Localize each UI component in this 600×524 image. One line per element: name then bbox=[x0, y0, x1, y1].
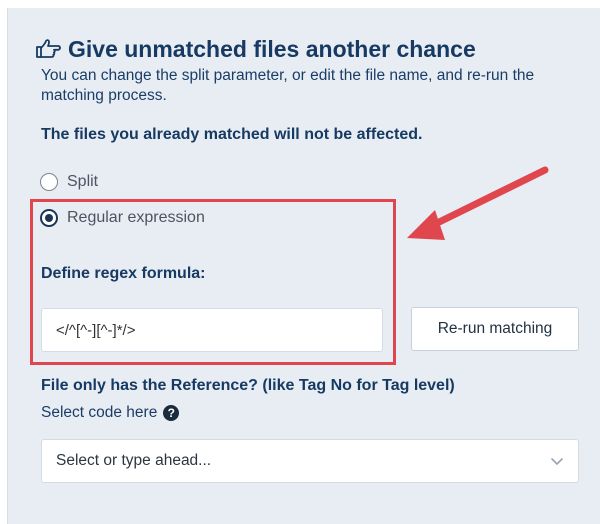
rerun-matching-button[interactable]: Re-run matching bbox=[411, 307, 579, 351]
question-circle-icon[interactable]: ? bbox=[163, 405, 180, 421]
panel-subtitle: You can change the split parameter, or e… bbox=[41, 67, 535, 104]
regex-radio[interactable] bbox=[40, 209, 58, 227]
hand-pointing-right-icon bbox=[36, 39, 61, 58]
split-radio[interactable] bbox=[40, 173, 58, 191]
select-code-row: Select code here ? bbox=[41, 404, 180, 422]
code-select-placeholder: Select or type ahead... bbox=[56, 452, 212, 469]
select-code-label: Select code here bbox=[41, 404, 158, 421]
regex-option-label: Regular expression bbox=[67, 209, 205, 226]
panel-title-row: Give unmatched files another chance bbox=[34, 36, 476, 62]
split-option[interactable]: Split bbox=[40, 173, 98, 191]
chevron-down-icon[interactable] bbox=[550, 456, 564, 466]
regex-formula-label: Define regex formula: bbox=[41, 265, 206, 282]
regex-option[interactable]: Regular expression bbox=[40, 209, 205, 227]
split-option-label: Split bbox=[67, 173, 99, 190]
reference-question: File only has the Reference? (like Tag N… bbox=[41, 377, 455, 394]
code-select-dropdown[interactable]: Select or type ahead... bbox=[41, 439, 579, 483]
matched-files-note: The files you already matched will not b… bbox=[41, 126, 423, 143]
page: Give unmatched files another chance You … bbox=[0, 0, 600, 524]
panel-title: Give unmatched files another chance bbox=[68, 36, 476, 62]
regex-formula-input[interactable] bbox=[41, 308, 383, 352]
